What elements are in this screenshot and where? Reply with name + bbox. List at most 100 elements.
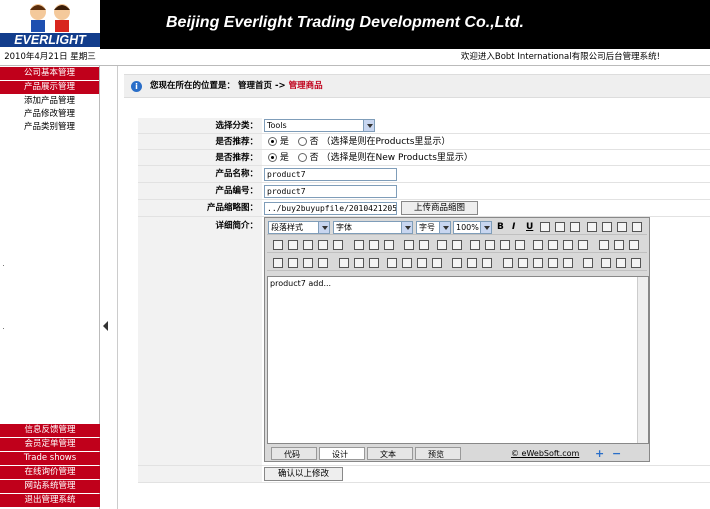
delete-icon[interactable]: [369, 240, 379, 250]
backward-icon[interactable]: [629, 240, 639, 250]
chevron-down-icon[interactable]: [318, 222, 329, 233]
vertical-scrollbar[interactable]: [637, 277, 648, 443]
dotted-box-icon[interactable]: [354, 258, 364, 268]
emoticon-icon[interactable]: [467, 258, 477, 268]
sidebar-item-feedback[interactable]: 信息反馈管理: [0, 424, 100, 437]
calendar-icon[interactable]: [533, 258, 543, 268]
help-icon[interactable]: [616, 258, 626, 268]
size-select[interactable]: 字号: [416, 221, 451, 234]
select-all-icon[interactable]: [437, 240, 447, 250]
align-left-icon[interactable]: [587, 222, 597, 232]
indent-icon[interactable]: [515, 240, 525, 250]
redo-icon[interactable]: [419, 240, 429, 250]
symbol-icon[interactable]: [482, 258, 492, 268]
align-justify-icon[interactable]: [632, 222, 642, 232]
strikethrough-icon[interactable]: [540, 222, 550, 232]
new-no-radio[interactable]: [297, 153, 307, 162]
bold-icon[interactable]: B: [497, 222, 504, 232]
align-center-icon[interactable]: [602, 222, 612, 232]
horizontal-rule-icon[interactable]: [417, 258, 427, 268]
outdent-icon[interactable]: [500, 240, 510, 250]
tab-design[interactable]: 设计: [319, 447, 365, 460]
eraser-icon[interactable]: [384, 240, 394, 250]
media-icon[interactable]: [303, 258, 313, 268]
sidebar-item-edit-product[interactable]: 产品修改管理: [0, 108, 99, 121]
paste-text-icon[interactable]: [318, 240, 328, 250]
sidebar-item-logout[interactable]: 退出管理系统: [0, 494, 100, 507]
italic-icon[interactable]: I: [512, 222, 515, 232]
breadcrumb-home[interactable]: 管理首页: [238, 81, 272, 91]
text-field-icon[interactable]: [339, 258, 349, 268]
chevron-down-icon[interactable]: [401, 222, 412, 233]
submit-button[interactable]: 确认以上修改: [264, 467, 343, 481]
thumb-input[interactable]: ../buy2buyupfile/201042120573083: [264, 202, 397, 215]
sidebar-item-inquiry[interactable]: 在线询价管理: [0, 466, 100, 479]
copy-icon[interactable]: [288, 240, 298, 250]
superscript-icon[interactable]: [555, 222, 565, 232]
chevron-down-icon[interactable]: [480, 222, 491, 233]
code-input[interactable]: product7: [264, 185, 397, 198]
form-icon[interactable]: [452, 258, 462, 268]
highlight-icon[interactable]: [548, 240, 558, 250]
undo-icon[interactable]: [404, 240, 414, 250]
flash-icon[interactable]: [288, 258, 298, 268]
chevron-down-icon[interactable]: [439, 222, 450, 233]
sidebar-item-trade-shows[interactable]: Trade shows: [0, 452, 100, 465]
brand-link[interactable]: © eWebSoft.com: [511, 449, 579, 458]
bullet-list-icon[interactable]: [485, 240, 495, 250]
pointer-icon[interactable]: [452, 240, 462, 250]
expand-icon[interactable]: +: [595, 447, 604, 460]
upload-button[interactable]: 上传商品缩图: [401, 201, 478, 215]
maximize-icon[interactable]: [601, 258, 611, 268]
numbered-list-icon[interactable]: [470, 240, 480, 250]
paste-icon[interactable]: [303, 240, 313, 250]
subscript-icon[interactable]: [570, 222, 580, 232]
sidebar-item-company[interactable]: 公司基本管理: [0, 67, 99, 80]
name-input[interactable]: product7: [264, 168, 397, 181]
sidebar-item-add-product[interactable]: 添加产品管理: [0, 95, 99, 108]
export-icon[interactable]: [583, 258, 593, 268]
collapse-arrow-icon[interactable]: [103, 321, 108, 331]
font-select[interactable]: 字体: [333, 221, 413, 234]
tab-preview[interactable]: 预览: [415, 447, 461, 460]
grid-icon[interactable]: [369, 258, 379, 268]
tab-text[interactable]: 文本: [367, 447, 413, 460]
globe-icon[interactable]: [563, 258, 573, 268]
bg-color-icon[interactable]: [563, 240, 573, 250]
new-yes-radio[interactable]: [268, 153, 277, 162]
sidebar-item-product-category[interactable]: 产品类别管理: [0, 121, 99, 134]
forward-icon[interactable]: [614, 240, 624, 250]
frame-icon[interactable]: [402, 258, 412, 268]
align-right-icon[interactable]: [617, 222, 627, 232]
breadcrumb-prefix: 您现在所在的位置是：: [150, 81, 236, 91]
marquee-icon[interactable]: [432, 258, 442, 268]
file-icon[interactable]: [318, 258, 328, 268]
shrink-icon[interactable]: −: [612, 447, 621, 460]
table-icon[interactable]: [387, 258, 397, 268]
recommend-yes-radio[interactable]: [268, 137, 277, 146]
cut-icon[interactable]: [273, 240, 283, 250]
chevron-down-icon[interactable]: [363, 120, 374, 131]
target-icon[interactable]: [503, 258, 513, 268]
editor-toolbar-1: 段落样式 字体 字号 100% B I U: [267, 220, 647, 235]
editor-content-area[interactable]: product7 add...: [267, 276, 649, 444]
image-icon[interactable]: [273, 258, 283, 268]
category-select[interactable]: Tools: [264, 119, 375, 132]
find-icon[interactable]: [354, 240, 364, 250]
about-icon[interactable]: [631, 258, 641, 268]
text-color-icon[interactable]: [533, 240, 543, 250]
tab-code[interactable]: 代码: [271, 447, 317, 460]
zoom-select[interactable]: 100%: [453, 221, 492, 234]
face-icon[interactable]: [518, 258, 528, 268]
paragraph-style-select[interactable]: 段落样式: [268, 221, 330, 234]
absolute-position-icon[interactable]: [599, 240, 609, 250]
sidebar-item-orders[interactable]: 会员定单管理: [0, 438, 100, 451]
sidebar-item-system[interactable]: 网站系统管理: [0, 480, 100, 493]
underline-icon[interactable]: U: [526, 222, 533, 232]
paste-word-icon[interactable]: [333, 240, 343, 250]
sidebar-item-products[interactable]: 产品展示管理: [0, 81, 99, 94]
recommend-no-radio[interactable]: [297, 137, 307, 146]
sidebar-toggle[interactable]: [100, 66, 118, 509]
anchor-icon[interactable]: [548, 258, 558, 268]
format-icon[interactable]: [578, 240, 588, 250]
